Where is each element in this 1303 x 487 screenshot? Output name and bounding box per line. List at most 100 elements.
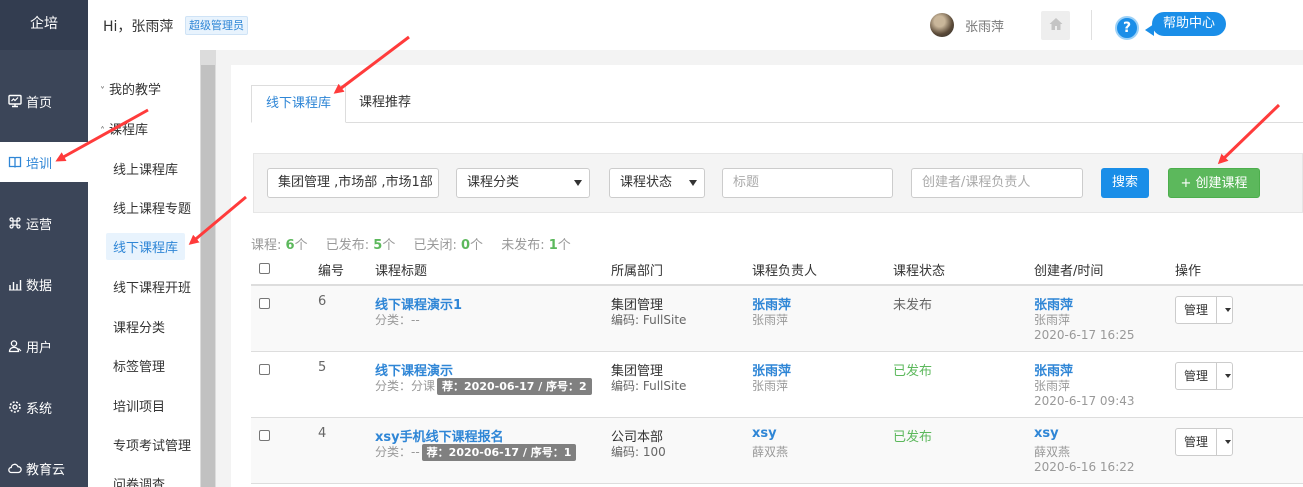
course-category-line: 分类：分课 荐：2020-06-17 / 序号：2 [375,377,592,395]
table-row: 5 线下课程演示 分类：分课 荐：2020-06-17 / 序号：2 集团管理 编… [251,352,1303,418]
manage-button-group[interactable]: 管理 [1175,428,1233,456]
creator-input[interactable]: 创建者/课程负责人 [911,168,1083,198]
nav-label: 首页 [26,95,53,111]
help-center-label: 帮助中心 [1152,12,1226,36]
stat-published: 5 [373,238,383,253]
manage-button[interactable]: 管理 [1176,363,1217,389]
creator-realname: 张雨萍 [1034,379,1071,393]
secondary-menu: ˅ 我的教学 ˄ 课程库 线上课程库 线上课程专题 线下课程库 线下课程开班 课程分… [88,50,200,487]
menu-item-offline-classes[interactable]: 线下课程开班 [113,277,191,296]
caret-down-icon[interactable] [1225,374,1231,378]
chevron-up-icon: ˄ [100,126,105,137]
department-select[interactable]: 集团管理 ,市场部 ,市场1部 [267,168,439,198]
menu-item-course-categories[interactable]: 课程分类 [113,317,165,336]
stat-closed: 0 [461,238,471,253]
owner-realname: 薛双燕 [752,445,789,459]
header-username[interactable]: 张雨萍 [965,16,1004,35]
tab-bar: 线下课程库 课程推荐 [251,85,1303,123]
nav-item-system[interactable]: 系统 [0,387,88,427]
help-center-button[interactable]: ? 帮助中心 [1112,10,1230,40]
menu-scrollbar-thumb[interactable] [201,65,215,487]
status-text: 未发布 [893,298,933,313]
command-icon [7,215,23,231]
menu-group-course-library[interactable]: ˄ 课程库 [100,119,148,138]
create-course-button[interactable]: + 创建课程 [1168,168,1260,198]
department-code: 编码: FullSite [611,379,687,393]
manage-button[interactable]: 管理 [1176,297,1217,323]
column-header: 编号 [318,264,345,279]
nav-item-training[interactable]: 培训 [0,142,88,182]
main-content: 线下课程库 课程推荐 集团管理 ,市场部 ,市场1部 课程分类 课程状态 标题 … [231,65,1303,487]
nav-item-data[interactable]: 数据 [0,264,88,304]
gear-icon [7,399,23,415]
owner-realname: 张雨萍 [752,313,789,327]
course-id: 6 [318,294,327,309]
monitor-icon [7,93,23,109]
nav-label: 数据 [26,278,53,294]
table-header: 编号 课程标题 所属部门 课程负责人 课程状态 创建者/时间 操作 [251,253,1303,286]
home-button[interactable] [1041,11,1070,40]
row-checkbox[interactable] [259,364,270,375]
help-icon: ? [1115,16,1139,40]
stat-label: 已发布: [325,238,370,253]
tab-offline-courses[interactable]: 线下课程库 [251,85,347,123]
nav-item-edu-cloud[interactable]: 教育云 [0,448,88,487]
caret-down-icon[interactable] [1225,440,1231,444]
left-nav: 企培 首页 培训 运营 数据 用户 系统 教育云 [0,0,88,487]
row-checkbox[interactable] [259,430,270,441]
menu-item-training-projects[interactable]: 培训项目 [113,396,165,415]
menu-item-tag-management[interactable]: 标签管理 [113,356,165,375]
menu-item-online-courses[interactable]: 线上课程库 [113,159,178,178]
recommend-tag: 荐：2020-06-17 / 序号：1 [421,444,577,461]
nav-label: 运营 [26,217,53,233]
column-header: 创建者/时间 [1034,264,1104,279]
menu-item-online-topics[interactable]: 线上课程专题 [113,198,191,217]
select-all-checkbox[interactable] [259,263,270,274]
tab-course-recommend[interactable]: 课程推荐 [345,85,425,123]
manage-button-group[interactable]: 管理 [1175,362,1233,390]
manage-button-group[interactable]: 管理 [1175,296,1233,324]
created-time: 2020-6-17 16:25 [1034,328,1135,342]
chevron-down-icon: ˅ [100,86,105,97]
menu-group-label: 课程库 [109,123,149,138]
owner-link[interactable]: xsy [752,426,777,441]
column-header: 所属部门 [611,264,664,279]
row-checkbox[interactable] [259,298,270,309]
category-select[interactable]: 课程分类 [456,168,590,198]
column-header: 课程负责人 [752,264,818,279]
menu-item-offline-courses[interactable]: 线下课程库 [106,233,186,260]
course-id: 4 [318,426,327,441]
search-button[interactable]: 搜索 [1101,168,1149,198]
recommend-tag: 荐：2020-06-17 / 序号：2 [437,378,592,395]
menu-item-special-exams[interactable]: 专项考试管理 [113,435,191,454]
column-header: 课程状态 [893,264,946,279]
menu-item-surveys[interactable]: 问卷调查 [113,474,165,487]
filter-bar: 集团管理 ,市场部 ,市场1部 课程分类 课程状态 标题 创建者/课程负责人 搜… [253,153,1303,213]
nav-item-home[interactable]: 首页 [0,81,88,121]
department-code: 编码: 100 [611,445,666,459]
cloud-icon [7,460,23,476]
status-select[interactable]: 课程状态 [609,168,705,198]
greeting: Hi，张雨萍 [103,19,174,35]
bar-chart-icon [7,276,23,292]
menu-group-my-teaching[interactable]: ˅ 我的教学 [100,79,161,98]
title-input[interactable]: 标题 [722,168,893,198]
stat-label: 未发布: [501,238,545,253]
status-select-value: 课程状态 [620,175,673,190]
brand-logo: 企培 [0,0,88,50]
course-category: 分类：分课 [375,379,436,393]
nav-label: 培训 [26,156,53,172]
nav-item-users[interactable]: 用户 [0,326,88,366]
created-time: 2020-6-17 09:43 [1034,394,1135,408]
role-badge: 超级管理员 [185,16,248,35]
stat-unpublished: 1 [548,238,558,253]
manage-button[interactable]: 管理 [1176,429,1217,455]
home-icon [1048,16,1064,36]
avatar[interactable] [930,13,954,37]
creator-link[interactable]: xsy [1034,426,1059,441]
table-row: 4 xsy手机线下课程报名 分类：-- 荐：2020-06-17 / 序号：1 公… [251,418,1303,484]
nav-item-operations[interactable]: 运营 [0,203,88,243]
top-header: Hi，张雨萍 超级管理员 张雨萍 ? 帮助中心 [88,0,1303,50]
caret-down-icon[interactable] [1225,308,1231,312]
status-text: 已发布 [893,430,933,445]
